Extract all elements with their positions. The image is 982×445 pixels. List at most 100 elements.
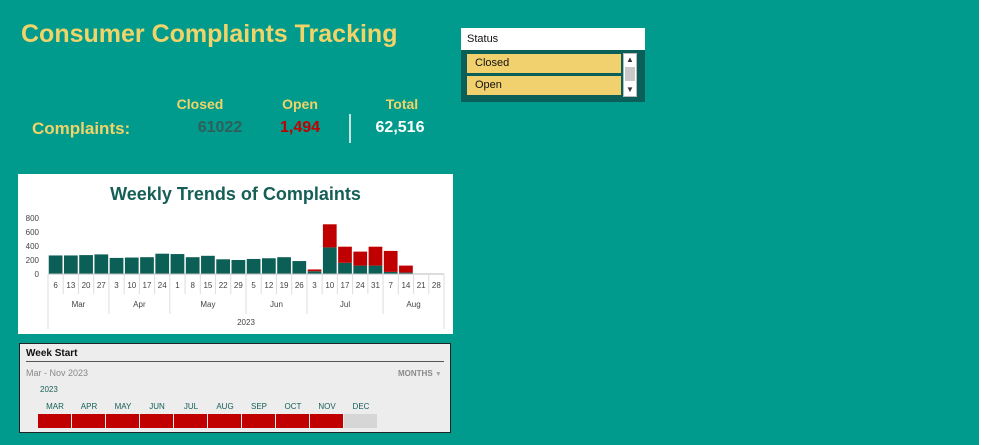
x-month-label: Jun [270,300,283,309]
timeline-divider [26,361,444,362]
week-start-timeline: Week Start Mar - Nov 2023 MONTHS ▼ 2023 … [19,343,451,433]
x-tick-label: 15 [203,281,212,290]
timeline-month-mar[interactable]: MAR [38,402,72,411]
timeline-month-dec[interactable]: DEC [344,402,378,411]
chart-title: Weekly Trends of Complaints [110,184,361,204]
x-month-label: Jul [340,300,350,309]
x-tick-label: 17 [143,281,152,290]
slicer-item-closed[interactable]: Closed [467,54,621,73]
x-tick-label: 24 [356,281,365,290]
bar-open [322,224,337,248]
timeline-period-bar[interactable] [174,414,207,428]
x-tick-label: 13 [66,281,75,290]
scrollbar-thumb[interactable] [625,67,635,81]
y-tick-label: 400 [26,242,40,251]
x-tick-label: 1 [175,281,180,290]
kpi-open-heading: Open [282,96,318,112]
kpi-complaints-label: Complaints: [32,119,131,138]
x-tick-label: 10 [127,281,136,290]
timeline-month-nov[interactable]: NOV [310,402,344,411]
slicer-header: Status [461,28,645,50]
y-tick-label: 800 [26,214,40,223]
x-tick-label: 19 [280,281,289,290]
y-tick-label: 0 [35,270,40,279]
timeline-level-dropdown[interactable]: MONTHS ▼ [398,369,442,378]
timeline-month-apr[interactable]: APR [72,402,106,411]
x-tick-label: 26 [295,281,304,290]
x-tick-label: 27 [97,281,106,290]
bar-closed [140,257,154,274]
x-month-label: Mar [72,300,86,309]
bar-closed [231,260,246,274]
bar-open [307,269,322,272]
bar-closed [292,261,307,274]
x-month-label: May [200,300,215,309]
slicer-scrollbar[interactable]: ▲ ▼ [623,53,637,97]
bar-open [383,250,398,272]
timeline-period-bar[interactable] [140,414,173,428]
bar-closed [170,254,185,274]
kpi-open-value: 1,494 [279,119,321,136]
timeline-month-aug[interactable]: AUG [208,402,242,411]
x-tick-label: 3 [312,281,317,290]
bar-closed [48,255,63,274]
bar-closed [322,247,337,274]
timeline-period-bar[interactable] [310,414,343,428]
x-tick-label: 17 [341,281,350,290]
bar-closed [368,265,383,274]
x-tick-label: 12 [264,281,273,290]
x-tick-label: 10 [325,281,334,290]
chevron-down-icon[interactable]: ▼ [624,84,636,96]
kpi-closed-heading: Closed [176,96,224,112]
dashboard-title: Consumer Complaints Tracking [21,20,398,48]
bar-closed [261,258,276,274]
x-tick-label: 22 [219,281,228,290]
timeline-month-jun[interactable]: JUN [140,402,174,411]
timeline-period-bar[interactable] [38,414,71,428]
timeline-header: Week Start [26,348,78,359]
bar-closed [109,257,124,274]
bar-closed [353,265,368,274]
bar-closed [63,255,78,274]
x-tick-label: 5 [251,281,256,290]
x-tick-label: 3 [114,281,119,290]
bar-closed [185,257,200,274]
timeline-range: Mar - Nov 2023 [26,368,89,378]
bar-open [368,246,383,266]
x-tick-label: 28 [432,281,441,290]
bar-closed [216,259,231,274]
x-tick-label: 29 [234,281,243,290]
slicer-item-open[interactable]: Open [467,76,621,95]
kpi-divider [349,114,351,143]
dropdown-arrow-icon: ▼ [434,371,442,378]
timeline-period-bar[interactable] [72,414,105,428]
bar-closed [246,258,261,274]
x-tick-label: 8 [190,281,195,290]
bar-closed [155,253,170,274]
timeline-month-oct[interactable]: OCT [276,402,310,411]
timeline-period-bar[interactable] [208,414,241,428]
timeline-period-bar[interactable] [242,414,275,428]
x-tick-label: 24 [158,281,167,290]
timeline-month-sep[interactable]: SEP [242,402,276,411]
kpi-total-heading: Total [385,96,419,112]
x-tick-label: 31 [371,281,380,290]
weekly-trends-chart: 0 200 400 600 800 6 13 20 27 3 10 17 24 1 8 15 22 29 5 12 19… [18,174,453,334]
timeline-month-may[interactable]: MAY [106,402,140,411]
timeline-period-bar[interactable] [276,414,309,428]
bar-closed [94,254,109,274]
x-month-label: Apr [133,300,146,309]
y-tick-label: 200 [26,256,40,265]
bar-open [338,246,352,263]
chevron-up-icon[interactable]: ▲ [624,54,636,66]
bar-open [399,265,413,273]
kpi-total-value: 62,516 [375,119,425,136]
status-slicer: Status Closed Open [461,28,645,102]
timeline-period-bar[interactable] [106,414,139,428]
bar-closed [79,255,93,274]
timeline-period-bar[interactable] [344,414,377,428]
bar-closed [277,257,291,274]
bar-closed [201,255,215,274]
timeline-month-jul[interactable]: JUL [174,402,208,411]
dashboard-canvas: Consumer Complaints Tracking Closed Open… [0,0,979,445]
